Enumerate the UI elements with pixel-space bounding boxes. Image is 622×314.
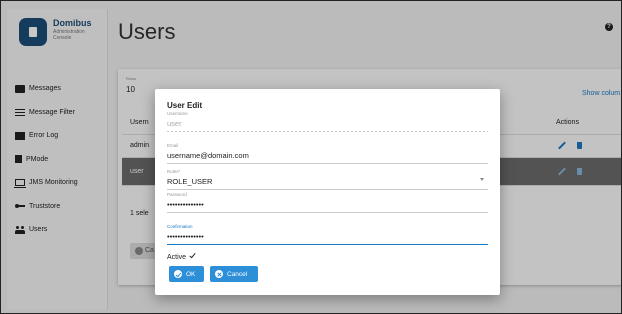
field-underline	[167, 131, 488, 132]
roles-value[interactable]: ROLE_USER	[167, 177, 488, 186]
chevron-down-icon[interactable]	[480, 178, 484, 181]
confirmation-label: Confirmation	[167, 224, 193, 229]
button-label: OK	[186, 271, 196, 278]
close-circle-icon	[215, 270, 223, 278]
password-label: Password	[167, 192, 187, 197]
check-circle-icon	[174, 270, 182, 278]
email-label: Email	[167, 143, 179, 148]
username-value: user	[167, 119, 182, 128]
ok-button[interactable]: OK	[169, 266, 204, 282]
field-underline	[167, 189, 488, 190]
field-underline	[167, 244, 488, 245]
password-input[interactable]: ••••••••••••••	[167, 200, 488, 209]
confirmation-input[interactable]: ••••••••••••••	[167, 232, 488, 241]
active-label: Active	[167, 254, 187, 261]
cancel-button[interactable]: Cancel	[210, 266, 258, 282]
roles-label: Roles*	[167, 169, 181, 174]
field-underline	[167, 212, 488, 213]
field-underline	[167, 163, 488, 164]
active-checkbox[interactable]	[190, 253, 196, 259]
user-edit-dialog: User Edit Username user Email username@d…	[155, 89, 500, 295]
app-window: Domibus Administration Console Messages …	[0, 0, 622, 314]
button-label: Cancel	[227, 271, 248, 278]
dialog-title: User Edit	[167, 101, 203, 110]
username-label: Username	[167, 111, 188, 116]
email-input[interactable]: username@domain.com	[167, 151, 488, 160]
active-checkbox-row[interactable]: Active	[167, 253, 196, 261]
